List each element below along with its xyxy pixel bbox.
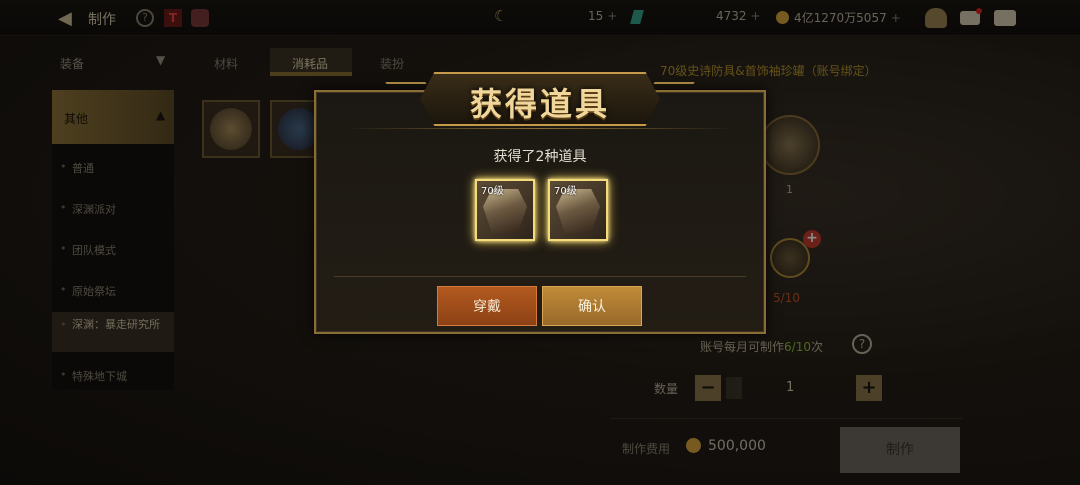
dialog-title: 获得道具	[469, 85, 610, 123]
divider	[344, 128, 736, 129]
obtained-item-card[interactable]: 70级	[475, 179, 535, 241]
divider	[334, 276, 746, 277]
dialog-subtitle: 获得了2种道具	[493, 149, 587, 165]
item-level-label: 70级	[554, 186, 577, 197]
confirm-button[interactable]: 确认	[542, 286, 642, 326]
item-obtained-dialog	[314, 90, 766, 334]
equip-button[interactable]: 穿戴	[437, 286, 537, 326]
obtained-item-card[interactable]: 70级	[548, 179, 608, 241]
item-level-label: 70级	[481, 186, 504, 197]
